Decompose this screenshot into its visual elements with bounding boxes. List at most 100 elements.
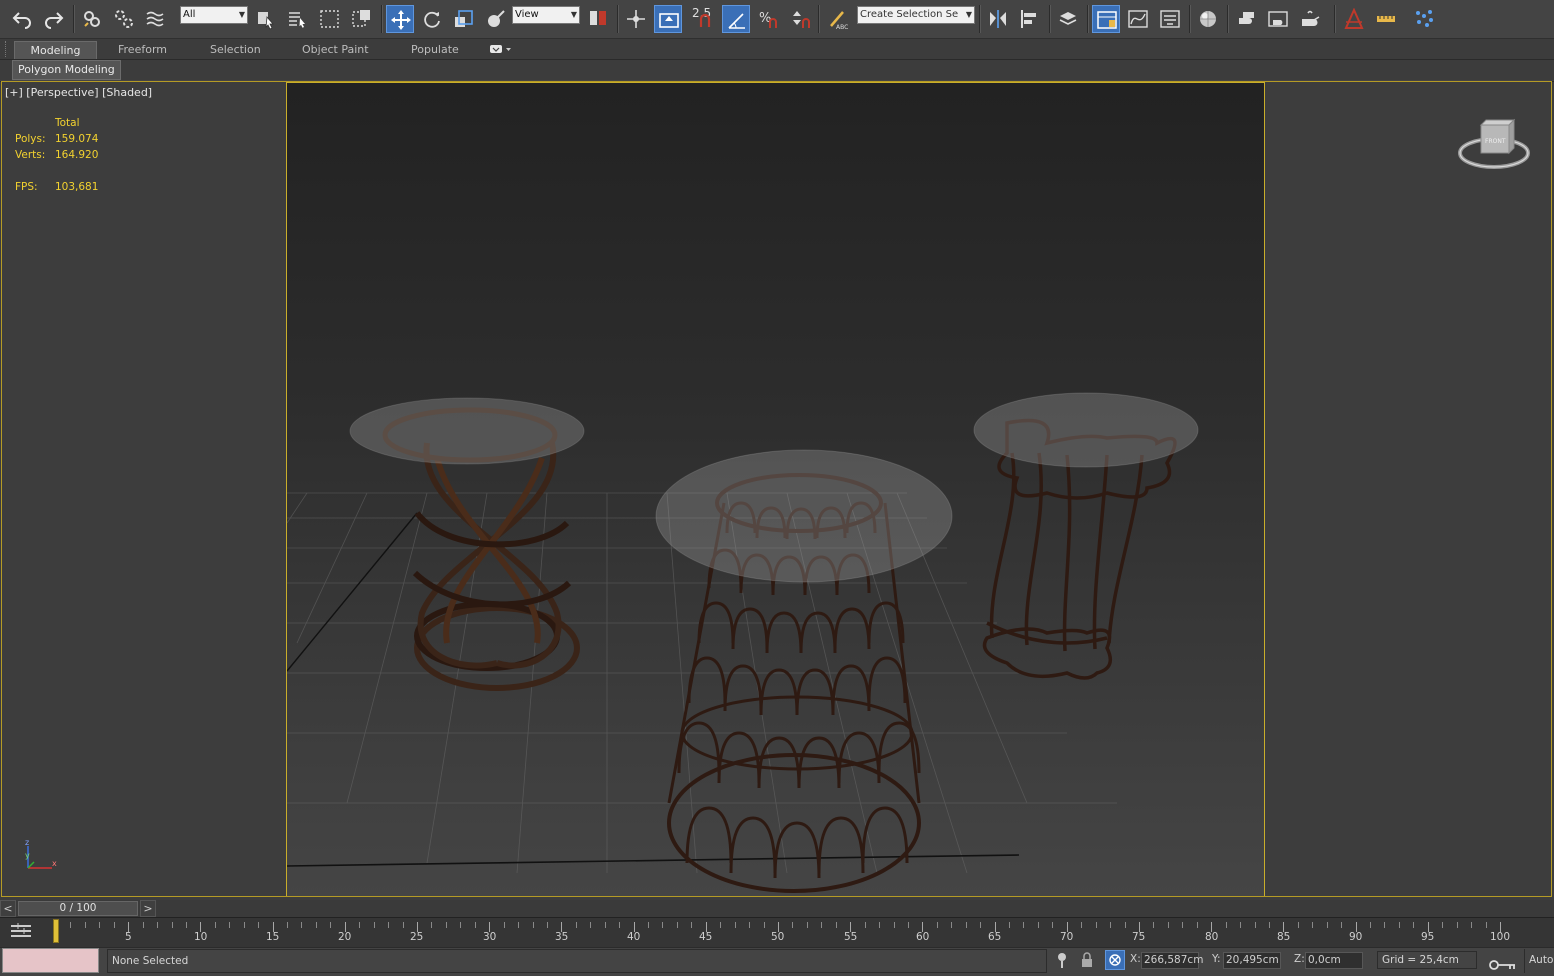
tab-selection[interactable]: Selection xyxy=(202,41,269,58)
select-and-link-icon[interactable] xyxy=(78,5,106,33)
timeline-tick xyxy=(792,922,793,928)
select-and-move-icon[interactable] xyxy=(386,5,414,33)
timeline-tick-label: 95 xyxy=(1421,931,1435,943)
selection-lock-icon[interactable] xyxy=(1080,951,1094,969)
measure-distance-icon[interactable] xyxy=(1372,5,1400,33)
timeline-tick xyxy=(1255,922,1256,928)
timeline-tick xyxy=(1457,922,1458,928)
side-table-arches xyxy=(655,449,953,893)
tab-freeform[interactable]: Freeform xyxy=(110,41,175,58)
set-key-icon[interactable] xyxy=(1488,958,1518,972)
tab-polygon-modeling[interactable]: Polygon Modeling xyxy=(12,60,121,80)
use-pivot-point-center-icon[interactable] xyxy=(584,5,612,33)
timeline-tick xyxy=(388,922,389,928)
angle-snap-toggle-icon[interactable] xyxy=(722,5,750,33)
ribbon-grip[interactable] xyxy=(5,41,9,57)
maxscript-listener[interactable] xyxy=(2,948,99,973)
toggle-scene-explorer-icon[interactable] xyxy=(1092,5,1120,33)
timeline-tick xyxy=(590,922,591,928)
select-and-rotate-icon[interactable] xyxy=(418,5,446,33)
timeline-tick xyxy=(576,922,577,928)
material-editor-icon[interactable] xyxy=(1194,5,1222,33)
absolute-mode-transform-icon[interactable] xyxy=(1105,950,1125,970)
timeline-tick xyxy=(1384,922,1385,928)
time-slider-thumb[interactable]: 0 / 100 xyxy=(18,901,138,916)
timeline-tick xyxy=(244,922,245,928)
timeline-tick xyxy=(764,922,765,928)
redo-icon[interactable] xyxy=(40,5,68,33)
frame-indicator: 0 / 100 xyxy=(59,902,97,914)
timeline-tick-label: 75 xyxy=(1132,931,1146,943)
particle-view-icon[interactable] xyxy=(1410,5,1438,33)
select-object-icon[interactable] xyxy=(252,5,280,33)
align-icon[interactable] xyxy=(1016,5,1044,33)
window-crossing-icon[interactable] xyxy=(348,5,376,33)
reference-coordinate-system-dropdown[interactable]: View ▼ xyxy=(512,6,580,24)
auto-key-button[interactable]: Auto xyxy=(1524,949,1554,973)
timeline-tick xyxy=(143,922,144,928)
timeline-tick-label: 25 xyxy=(410,931,424,943)
keyboard-shortcut-override-icon[interactable] xyxy=(654,5,682,33)
ribbon-subpanel: Polygon Modeling xyxy=(0,60,1554,80)
timeline-tick xyxy=(1399,922,1400,928)
timeline-tick xyxy=(980,922,981,928)
rendered-frame-window-icon[interactable] xyxy=(1264,5,1292,33)
timeline-tick xyxy=(1081,922,1082,928)
schematic-view-icon[interactable] xyxy=(1156,5,1184,33)
named-selection-sets-dropdown[interactable]: Create Selection Se ▼ xyxy=(857,6,975,24)
civil-view-icon[interactable] xyxy=(1340,5,1368,33)
time-slider[interactable] xyxy=(0,900,1554,917)
rectangular-selection-region-icon[interactable] xyxy=(316,5,344,33)
verts-value: 164.920 xyxy=(55,149,99,161)
selection-filter-dropdown[interactable]: All ▼ xyxy=(180,6,248,24)
fps-value: 103,681 xyxy=(55,181,99,193)
percent-snap-toggle-icon[interactable]: % xyxy=(754,5,782,33)
prev-frame-button[interactable]: < xyxy=(0,900,16,917)
render-production-icon[interactable] xyxy=(1296,5,1324,33)
ribbon-options-icon[interactable] xyxy=(489,44,513,55)
y-coord-field[interactable]: 20,495cm xyxy=(1223,952,1281,969)
x-coord-field[interactable]: 266,587cm xyxy=(1141,952,1203,969)
timeline-tick xyxy=(99,922,100,928)
timeline-tick-label: 5 xyxy=(125,931,132,943)
grid-axis-line xyxy=(287,512,418,672)
timeline-tick xyxy=(879,922,880,928)
select-and-place-icon[interactable] xyxy=(482,5,510,33)
render-setup-icon[interactable] xyxy=(1232,5,1260,33)
axis-z-label: z xyxy=(25,838,30,847)
timeline-tick xyxy=(229,922,230,928)
viewcube[interactable]: FRONT xyxy=(1456,116,1532,174)
tab-modeling[interactable]: Modeling xyxy=(14,41,97,59)
current-frame-marker[interactable] xyxy=(53,919,59,943)
timeline-tick xyxy=(648,922,649,928)
timeline-tick xyxy=(1052,922,1053,928)
mirror-icon[interactable] xyxy=(984,5,1012,33)
layer-explorer-icon[interactable] xyxy=(1054,5,1082,33)
next-frame-button[interactable]: > xyxy=(140,900,156,917)
select-and-manipulate-icon[interactable] xyxy=(622,5,650,33)
tab-label: Modeling xyxy=(30,44,81,57)
snaps-toggle-icon[interactable]: 2.5 xyxy=(688,5,716,33)
bind-to-space-warp-icon[interactable] xyxy=(142,5,170,33)
spinner-snap-toggle-icon[interactable] xyxy=(786,5,814,33)
timeline-tick xyxy=(1110,922,1111,928)
curve-editor-icon[interactable] xyxy=(1124,5,1152,33)
z-coord-field[interactable]: 0,0cm xyxy=(1305,952,1363,969)
grid-size-text: Grid = 25,4cm xyxy=(1382,954,1459,966)
verts-label: Verts: xyxy=(15,149,46,161)
undo-icon[interactable] xyxy=(8,5,36,33)
isolate-selection-icon[interactable] xyxy=(1055,951,1069,969)
tab-object-paint[interactable]: Object Paint xyxy=(294,41,377,58)
viewport-label-menu[interactable]: [+] [Perspective] [Shaded] xyxy=(5,86,152,99)
select-and-scale-icon[interactable] xyxy=(450,5,478,33)
tab-label: Freeform xyxy=(118,43,167,56)
z-coord-label: Z: xyxy=(1294,953,1305,965)
timeline-tick xyxy=(403,922,404,928)
tab-populate[interactable]: Populate xyxy=(403,41,467,58)
select-by-name-icon[interactable] xyxy=(284,5,312,33)
timeline-tick xyxy=(937,922,938,928)
timeline-tick xyxy=(172,922,173,928)
unlink-selection-icon[interactable] xyxy=(110,5,138,33)
edit-named-selection-sets-icon[interactable]: ABC xyxy=(824,5,852,33)
open-mini-curve-editor-icon[interactable] xyxy=(6,921,36,941)
